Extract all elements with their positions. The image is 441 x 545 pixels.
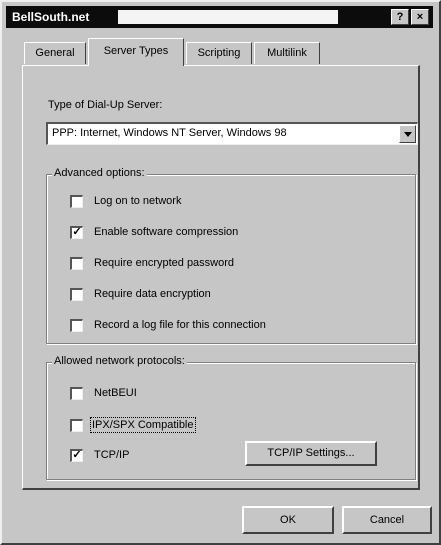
server-type-dropdown[interactable]: PPP: Internet, Windows NT Server, Window…: [46, 122, 418, 145]
data-encryption-label[interactable]: Require data encryption: [94, 288, 211, 300]
dialog-window: BellSouth.net ? × General Server Types S…: [0, 0, 441, 545]
help-button[interactable]: ?: [391, 9, 409, 25]
tab-multilink[interactable]: Multilink: [254, 42, 320, 64]
tab-scripting[interactable]: Scripting: [186, 42, 252, 64]
title-redacted-area: [118, 10, 338, 24]
tab-general[interactable]: General: [24, 42, 86, 64]
netbeui-checkbox[interactable]: [70, 387, 83, 400]
server-type-label: Type of Dial-Up Server:: [48, 99, 163, 111]
ipx-spx-checkbox[interactable]: [70, 419, 83, 432]
ipx-spx-label[interactable]: IPX/SPX Compatible: [90, 417, 196, 433]
log-on-network-checkbox[interactable]: [70, 195, 83, 208]
encrypted-password-checkbox[interactable]: [70, 257, 83, 270]
tcpip-checkbox[interactable]: ✓: [70, 449, 83, 462]
protocols-title: Allowed network protocols:: [52, 355, 187, 367]
close-button[interactable]: ×: [411, 9, 429, 25]
ok-button[interactable]: OK: [242, 506, 334, 534]
chevron-down-icon[interactable]: [399, 125, 416, 143]
tab-server-types[interactable]: Server Types: [88, 38, 184, 66]
title-bar[interactable]: BellSouth.net ? ×: [6, 6, 433, 28]
netbeui-label[interactable]: NetBEUI: [94, 387, 137, 399]
data-encryption-checkbox[interactable]: [70, 288, 83, 301]
software-compression-label[interactable]: Enable software compression: [94, 226, 238, 238]
log-on-network-label[interactable]: Log on to network: [94, 195, 181, 207]
record-log-label[interactable]: Record a log file for this connection: [94, 319, 266, 331]
software-compression-checkbox[interactable]: ✓: [70, 226, 83, 239]
cancel-button[interactable]: Cancel: [342, 506, 432, 534]
window-title: BellSouth.net: [12, 10, 90, 24]
server-type-value: PPP: Internet, Windows NT Server, Window…: [52, 127, 287, 139]
tcpip-settings-button[interactable]: TCP/IP Settings...: [245, 441, 377, 466]
record-log-checkbox[interactable]: [70, 319, 83, 332]
advanced-options-title: Advanced options:: [52, 167, 147, 179]
tcpip-label[interactable]: TCP/IP: [94, 449, 129, 461]
encrypted-password-label[interactable]: Require encrypted password: [94, 257, 234, 269]
